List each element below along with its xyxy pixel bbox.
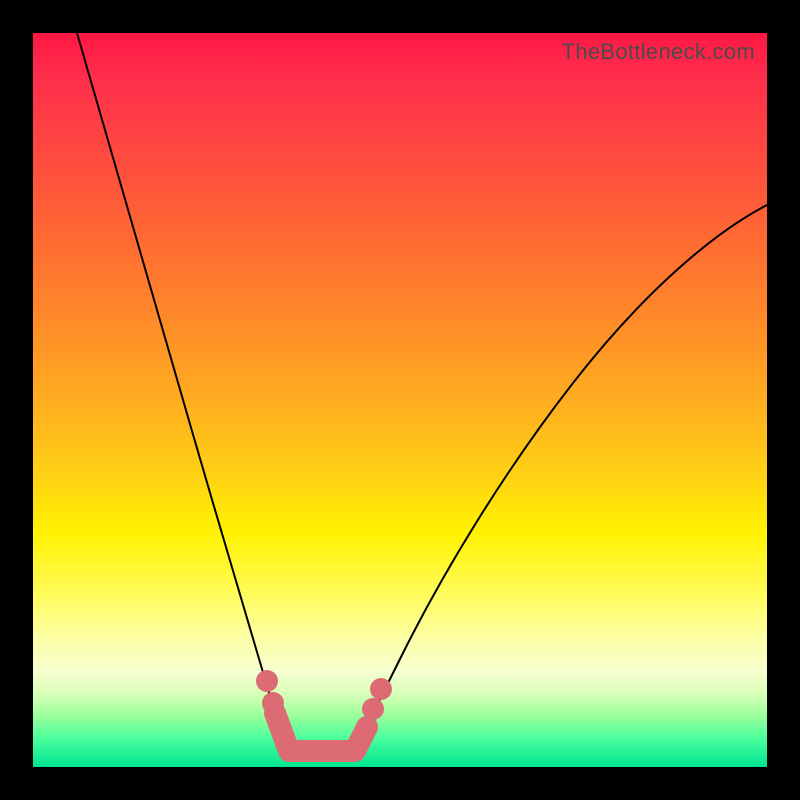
marker-dot <box>362 698 384 720</box>
marker-dot <box>256 670 278 692</box>
chart-svg <box>33 33 767 767</box>
valley-floor <box>275 713 367 751</box>
plot-area: TheBottleneck.com <box>33 33 767 767</box>
marker-dot <box>370 678 392 700</box>
right-curve <box>355 205 767 751</box>
marker-dot <box>262 692 284 714</box>
left-curve <box>77 33 289 751</box>
chart-frame: TheBottleneck.com <box>0 0 800 800</box>
